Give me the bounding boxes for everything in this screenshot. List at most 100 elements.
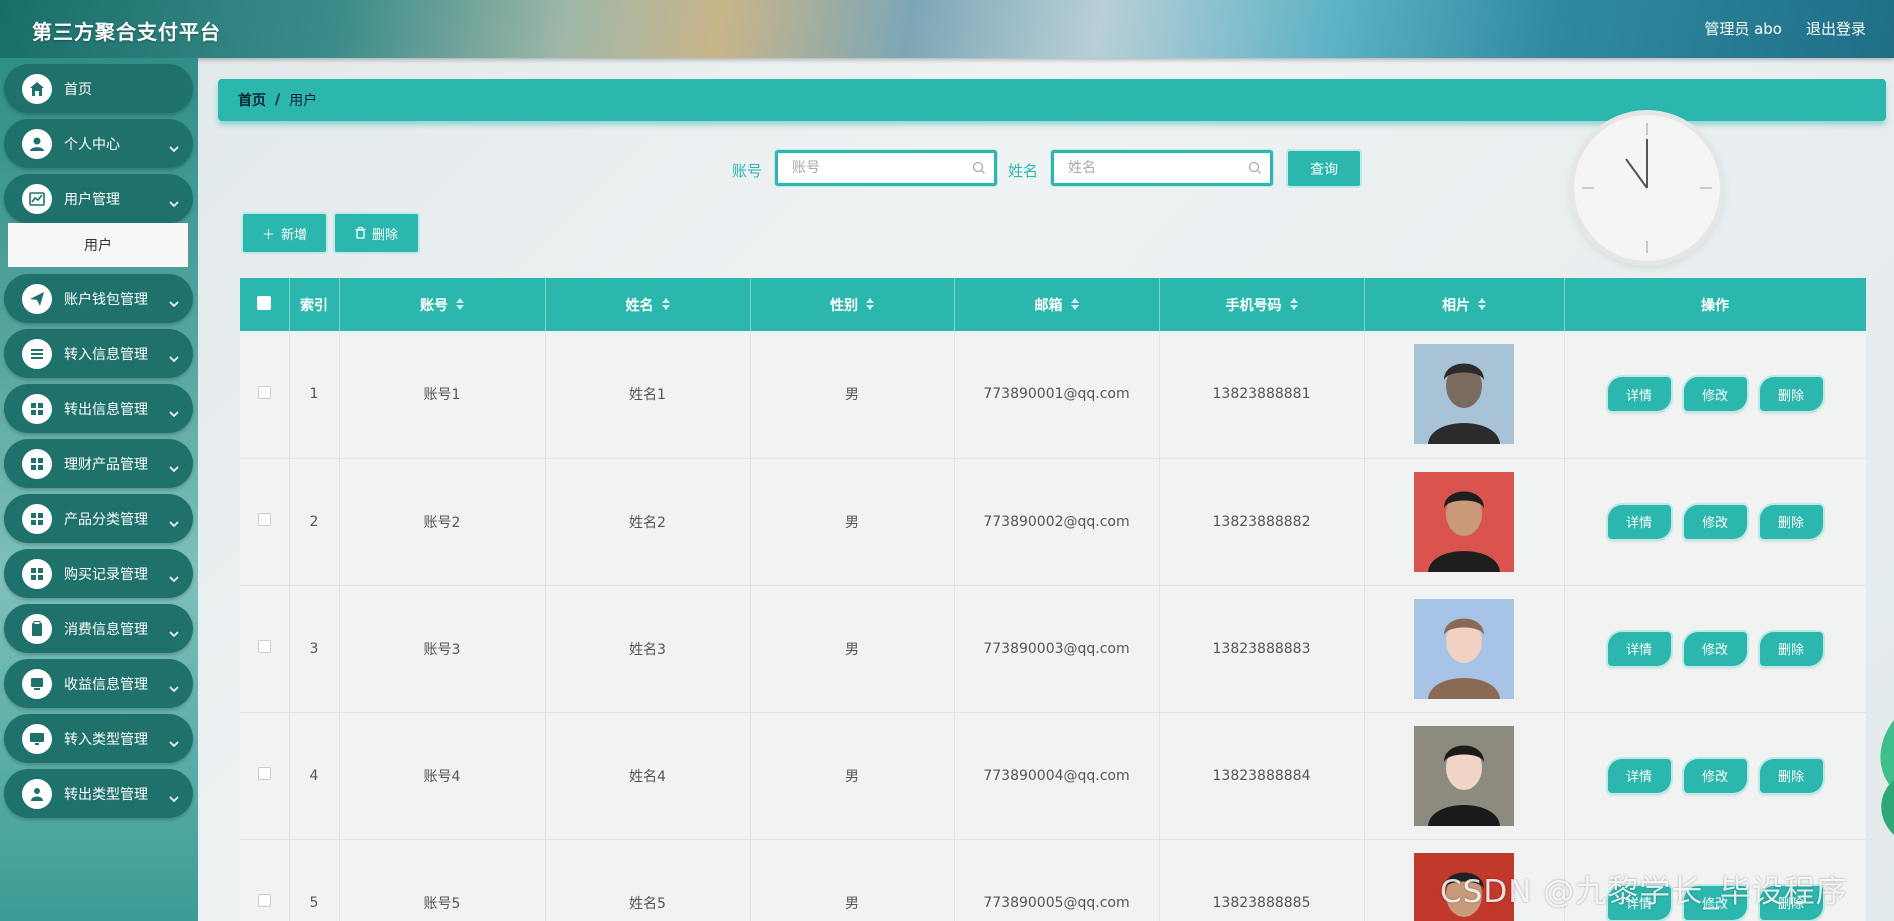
sidebar-item-2[interactable]: 用户管理 (4, 174, 193, 223)
chevron-down-icon (169, 294, 179, 307)
sidebar-item-7[interactable]: 产品分类管理 (4, 494, 193, 543)
cell-index: 5 (289, 839, 340, 921)
sidebar-item-0[interactable]: 首页 (4, 64, 193, 113)
cell-email: 773890004@qq.com (954, 712, 1160, 839)
admin-user-label[interactable]: 管理员 abo (1704, 18, 1782, 39)
sort-icon[interactable] (661, 297, 670, 314)
detail-button[interactable]: 详情 (1607, 504, 1671, 539)
sidebar-item-5[interactable]: 转出信息管理 (4, 384, 193, 433)
cell-account: 账号2 (339, 458, 546, 585)
user-photo[interactable] (1414, 471, 1514, 572)
search-icon (972, 161, 985, 174)
leaf-decoration (1880, 720, 1894, 835)
chevron-down-icon (169, 624, 179, 637)
sort-icon[interactable] (866, 297, 874, 314)
add-button[interactable]: ＋ 新增 (243, 214, 326, 252)
cell-account: 账号5 (339, 839, 546, 921)
cell-gender: 男 (750, 712, 955, 839)
user-photo[interactable] (1414, 344, 1514, 445)
sidebar-item-8[interactable]: 购买记录管理 (4, 549, 193, 598)
person-icon (22, 778, 52, 809)
table-row: 3 账号3 姓名3 男 773890003@qq.com 13823888883 详情 修改删… (240, 585, 1866, 712)
cell-actions: 详情 修改 删除 (1564, 585, 1866, 712)
sidebar-item-label: 个人中心 (64, 136, 120, 153)
chevron-down-icon (169, 349, 179, 362)
row-select-cell[interactable] (240, 585, 290, 712)
user-table: 索引 账号 姓名 性别 邮箱 手机号码 相片 操作 1 账号1 姓名1 男 773890… (240, 278, 1866, 921)
sidebar-item-10[interactable]: 收益信息管理 (4, 659, 193, 708)
sort-icon[interactable] (1289, 297, 1298, 314)
sidebar-item-4[interactable]: 转入信息管理 (4, 329, 193, 378)
edit-button[interactable]: 修改 (1683, 631, 1747, 666)
batch-delete-button[interactable]: 删除 (335, 214, 418, 252)
monitor-icon (22, 668, 52, 699)
sort-icon[interactable] (456, 297, 464, 314)
detail-button[interactable]: 详情 (1607, 377, 1671, 412)
user-photo[interactable] (1414, 725, 1514, 826)
row-checkbox[interactable] (257, 894, 271, 907)
delete-button[interactable]: 删除 (1759, 631, 1823, 666)
clock-decoration (1574, 115, 1720, 261)
sidebar-item-label: 收益信息管理 (64, 676, 148, 693)
row-checkbox[interactable] (257, 513, 271, 526)
account-search-input[interactable] (778, 153, 994, 183)
row-select-cell[interactable] (240, 458, 290, 585)
add-button-label: 新增 (281, 227, 308, 243)
edit-button[interactable]: 修改 (1683, 377, 1747, 412)
col-header-gender[interactable]: 性别 (750, 278, 955, 331)
sidebar-item-6[interactable]: 理财产品管理 (4, 439, 193, 488)
col-header-gender-label: 性别 (830, 297, 858, 314)
row-select-cell[interactable] (240, 839, 290, 921)
col-header-account[interactable]: 账号 (339, 278, 546, 331)
cell-index: 4 (289, 712, 340, 839)
detail-button[interactable]: 详情 (1607, 631, 1671, 666)
col-header-index: 索引 (289, 278, 340, 331)
breadcrumb-home[interactable]: 首页 (238, 90, 266, 110)
detail-button[interactable]: 详情 (1607, 758, 1671, 793)
sidebar-item-11[interactable]: 转入类型管理 (4, 714, 193, 763)
delete-button[interactable]: 删除 (1759, 758, 1823, 793)
cell-account: 账号1 (339, 331, 546, 458)
select-all-checkbox[interactable] (257, 295, 272, 310)
cell-account: 账号3 (339, 585, 546, 712)
account-search-label: 账号 (732, 162, 763, 180)
home-icon (22, 73, 52, 104)
col-header-photo[interactable]: 相片 (1364, 278, 1565, 331)
row-checkbox[interactable] (257, 767, 271, 780)
col-header-phone[interactable]: 手机号码 (1159, 278, 1365, 331)
user-photo[interactable] (1414, 598, 1514, 699)
delete-button[interactable]: 删除 (1759, 377, 1823, 412)
delete-button[interactable]: 删除 (1759, 504, 1823, 539)
chevron-down-icon (169, 569, 179, 582)
name-search-box (1051, 150, 1273, 186)
sidebar-item-12[interactable]: 转出类型管理 (4, 769, 193, 818)
sidebar-item-3[interactable]: 账户钱包管理 (4, 274, 193, 323)
row-select-cell[interactable] (240, 331, 290, 458)
name-search-input[interactable] (1054, 153, 1270, 183)
col-header-name[interactable]: 姓名 (545, 278, 751, 331)
chevron-down-icon (169, 459, 179, 472)
sidebar-item-1[interactable]: 个人中心 (4, 119, 193, 168)
select-all-cell[interactable] (240, 278, 290, 331)
sidebar-item-label: 首页 (64, 81, 92, 98)
col-header-account-label: 账号 (420, 297, 448, 314)
grid-icon (22, 393, 52, 424)
row-checkbox[interactable] (257, 640, 271, 653)
cell-phone: 13823888881 (1159, 331, 1365, 458)
screen-icon (22, 723, 52, 754)
row-select-cell[interactable] (240, 712, 290, 839)
row-checkbox[interactable] (257, 385, 271, 399)
sort-icon[interactable] (1070, 297, 1079, 314)
col-header-actions: 操作 (1564, 278, 1866, 331)
sidebar-item-9[interactable]: 消费信息管理 (4, 604, 193, 653)
cell-name: 姓名1 (545, 331, 751, 458)
logout-link[interactable]: 退出登录 (1806, 18, 1866, 39)
col-header-email[interactable]: 邮箱 (954, 278, 1160, 331)
edit-button[interactable]: 修改 (1683, 504, 1747, 539)
trash-icon (355, 227, 366, 239)
edit-button[interactable]: 修改 (1683, 758, 1747, 793)
sidebar-subitem-user[interactable]: 用户 (8, 223, 188, 267)
query-button[interactable]: 查询 (1288, 151, 1360, 186)
chevron-down-icon (169, 789, 179, 802)
sort-icon[interactable] (1478, 297, 1486, 314)
